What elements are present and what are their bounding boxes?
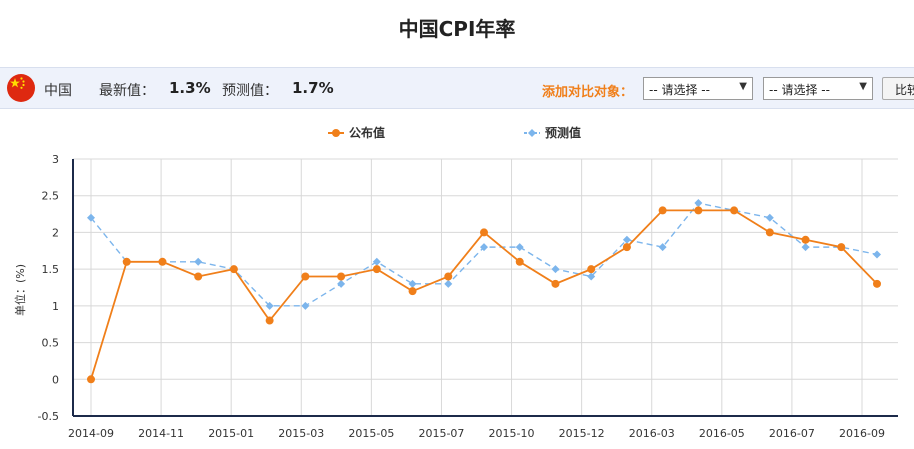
forecast-point <box>372 257 381 266</box>
forecast-point <box>551 265 560 274</box>
published-point <box>801 235 810 244</box>
forecast-point <box>515 243 524 252</box>
x-tick-label: 2016-03 <box>629 427 675 440</box>
x-tick-label: 2015-12 <box>559 427 605 440</box>
cpi-line-chart: 公布值 预测值 3 2.5 2 1.5 1 0.5 0 -0.5 2014-09 2014-11 20… <box>13 125 898 440</box>
forecast-point <box>694 199 703 208</box>
x-tick-label: 2016-09 <box>839 427 885 440</box>
chevron-down-icon: ▼ <box>859 81 867 92</box>
forecast-point <box>444 279 453 288</box>
published-point <box>372 265 381 274</box>
compare-button[interactable]: 比较 <box>882 77 914 100</box>
y-tick-label: 0 <box>52 373 59 386</box>
x-tick-label: 2014-09 <box>68 427 114 440</box>
forecast-point <box>765 213 774 222</box>
x-tick-label: 2015-10 <box>489 427 535 440</box>
y-tick-label: 0.5 <box>42 337 60 350</box>
y-tick-label: 3 <box>52 153 59 166</box>
published-point <box>873 279 881 288</box>
compare-select-2[interactable]: -- 请选择 -- ▼ <box>763 77 873 100</box>
y-tick-label: 2.5 <box>42 190 60 203</box>
legend-label: 公布值 <box>349 125 385 140</box>
published-point <box>337 272 346 281</box>
forecast-series-line <box>90 202 878 307</box>
published-point <box>694 206 703 215</box>
compare-label: 添加对比对象： <box>542 85 634 100</box>
x-tick-label: 2016-07 <box>769 427 815 440</box>
forecast-point <box>301 301 310 310</box>
published-point <box>837 243 846 252</box>
x-tick-label: 2016-05 <box>699 427 745 440</box>
y-tick-label: -0.5 <box>38 410 59 423</box>
published-point <box>265 316 274 325</box>
x-tick-label: 2014-11 <box>138 427 184 440</box>
published-point <box>587 265 596 274</box>
chart-legend: 公布值 预测值 <box>328 125 581 140</box>
x-tick-label: 2015-05 <box>348 427 394 440</box>
forecast-point <box>408 279 417 288</box>
y-tick-label: 2 <box>52 226 59 239</box>
china-flag-icon <box>7 74 35 102</box>
legend-marker <box>332 129 340 137</box>
y-tick-label: 1 <box>52 300 59 313</box>
published-point <box>229 265 238 274</box>
published-point <box>158 257 167 266</box>
published-point <box>408 287 417 296</box>
latest-value: 1.3% <box>169 79 211 97</box>
compare-select-1-value: -- 请选择 -- <box>649 83 710 97</box>
page-title: 中国CPI年率 <box>398 17 516 41</box>
published-point <box>515 257 524 266</box>
chart-grid <box>73 158 898 417</box>
compare-select-2-value: -- 请选择 -- <box>769 83 830 97</box>
forecast-point <box>194 257 203 266</box>
x-tick-label: 2015-03 <box>278 427 324 440</box>
published-point <box>122 257 131 266</box>
published-point <box>87 375 95 384</box>
published-point <box>301 272 310 281</box>
published-point <box>622 243 631 252</box>
info-bar: 中国 最新值： 1.3% 预测值： 1.7% 添加对比对象： -- 请选择 --… <box>0 67 914 109</box>
chart-series <box>87 199 881 384</box>
forecast-label: 预测值： <box>222 83 278 99</box>
published-point <box>765 228 774 237</box>
published-point <box>480 228 488 237</box>
legend-marker <box>528 129 536 137</box>
published-point <box>658 206 667 215</box>
forecast-point <box>337 279 346 288</box>
published-point <box>730 206 739 215</box>
chevron-down-icon: ▼ <box>739 81 747 92</box>
forecast-point <box>801 243 810 252</box>
country-name: 中国 <box>44 83 72 99</box>
y-axis-label: 单位：(%) <box>13 264 27 316</box>
forecast-value: 1.7% <box>292 79 334 97</box>
published-point <box>444 272 453 281</box>
compare-select-1[interactable]: -- 请选择 -- ▼ <box>643 77 753 100</box>
published-point <box>551 279 560 288</box>
x-tick-label: 2015-01 <box>208 427 254 440</box>
published-point <box>194 272 203 281</box>
x-tick-label: 2015-07 <box>418 427 464 440</box>
y-tick-label: 1.5 <box>42 263 60 276</box>
latest-label: 最新值： <box>99 83 155 99</box>
legend-label: 预测值 <box>545 125 581 140</box>
forecast-point <box>873 250 881 259</box>
